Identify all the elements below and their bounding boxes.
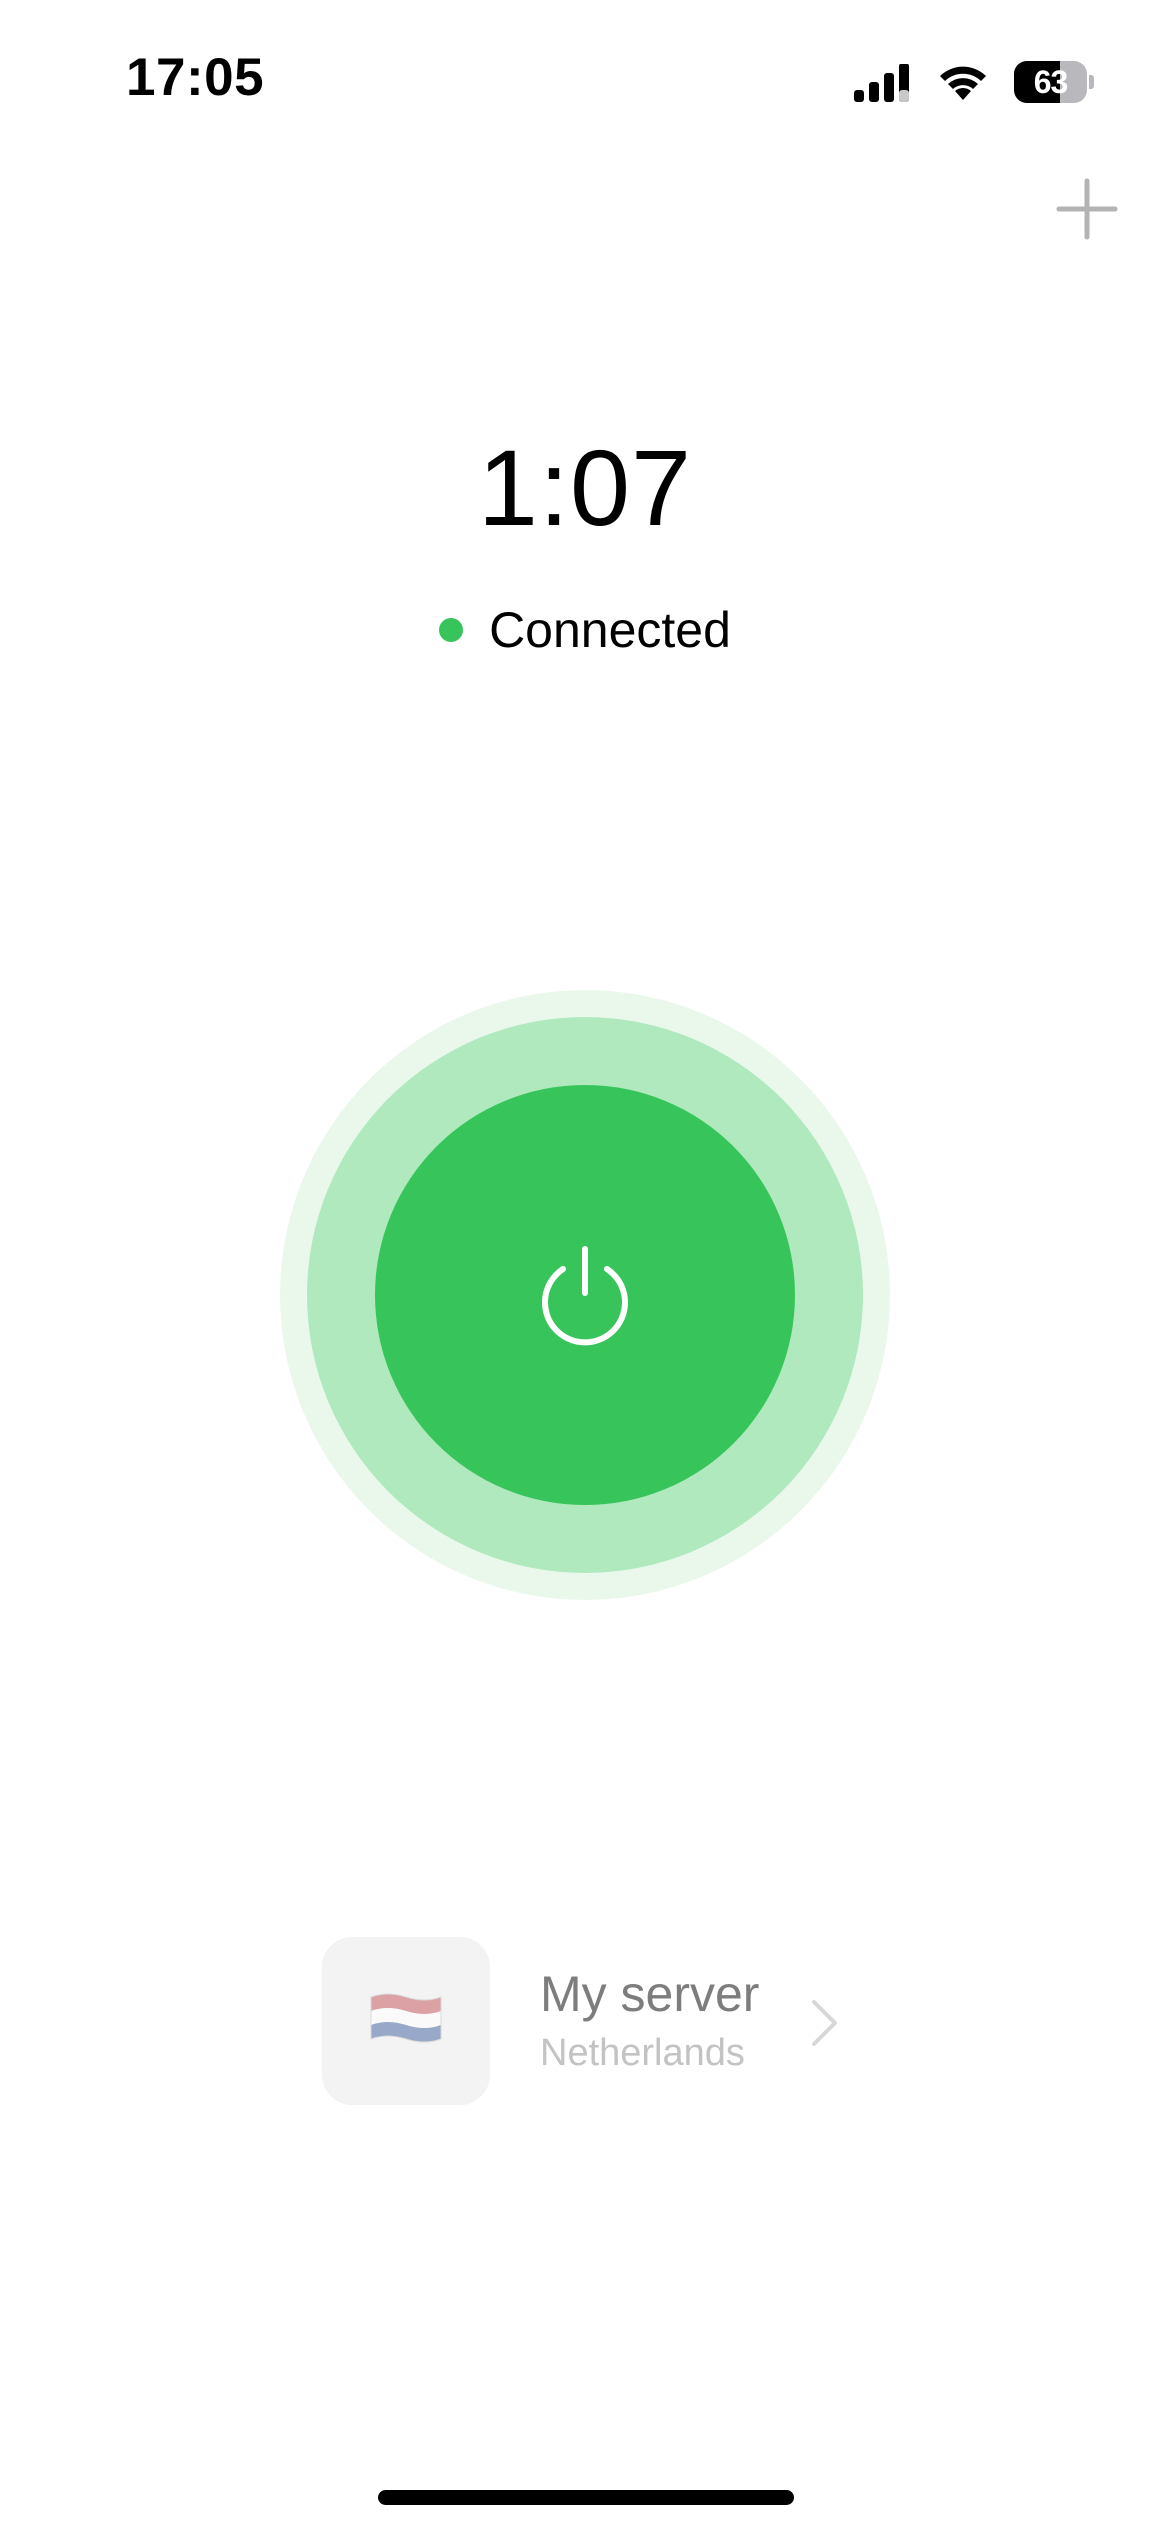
battery-percent: 63 xyxy=(1033,64,1069,100)
add-server-button[interactable] xyxy=(1054,176,1120,242)
server-name: My server xyxy=(540,1966,760,2022)
chevron-right-icon xyxy=(809,1998,839,2048)
connection-status: Connected xyxy=(0,598,1170,662)
netherlands-flag-icon xyxy=(367,1989,445,2054)
server-selector[interactable]: My server Netherlands xyxy=(322,1936,862,2106)
battery-icon: 63 xyxy=(1014,60,1094,104)
server-location: Netherlands xyxy=(540,2032,745,2074)
connection-status-label: Connected xyxy=(489,602,731,658)
status-dot-icon xyxy=(439,618,464,642)
server-flag-tile xyxy=(322,1937,490,2105)
server-info: My server Netherlands xyxy=(540,1964,759,2078)
home-indicator[interactable] xyxy=(378,2490,794,2505)
cellular-signal-icon xyxy=(854,62,912,102)
connection-timer: 1:07 xyxy=(477,427,693,548)
status-bar-time: 17:05 xyxy=(126,48,265,107)
plus-icon xyxy=(1054,178,1120,246)
power-icon xyxy=(533,1243,637,1347)
power-toggle-button[interactable] xyxy=(375,1085,795,1505)
status-bar-icons: 63 xyxy=(854,52,1094,112)
wifi-icon xyxy=(936,62,990,102)
